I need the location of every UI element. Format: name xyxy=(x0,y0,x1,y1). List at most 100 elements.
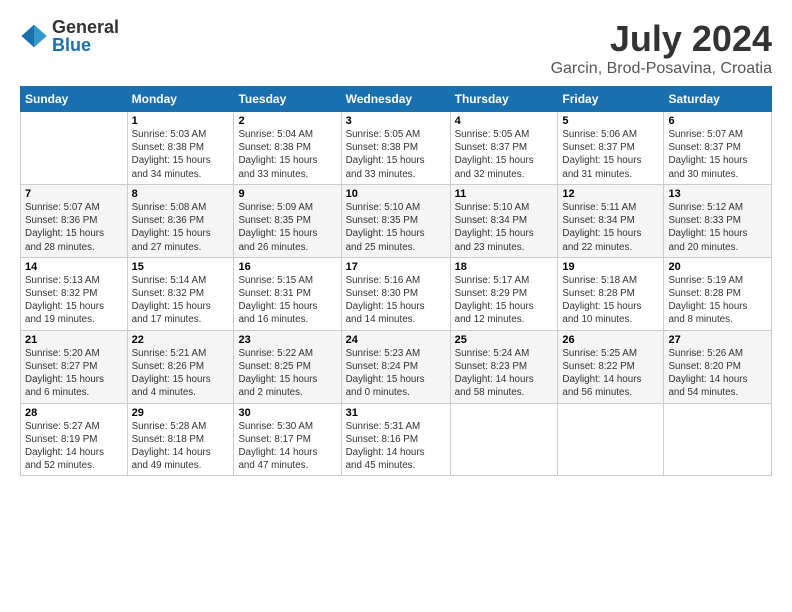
day-number: 2 xyxy=(238,115,336,127)
day-cell: 10Sunrise: 5:10 AM Sunset: 8:35 PM Dayli… xyxy=(341,184,450,257)
day-cell: 2Sunrise: 5:04 AM Sunset: 8:38 PM Daylig… xyxy=(234,112,341,185)
day-info: Sunrise: 5:28 AM Sunset: 8:18 PM Dayligh… xyxy=(132,420,230,473)
day-cell: 18Sunrise: 5:17 AM Sunset: 8:29 PM Dayli… xyxy=(450,257,558,330)
day-cell: 29Sunrise: 5:28 AM Sunset: 8:18 PM Dayli… xyxy=(127,403,234,476)
day-info: Sunrise: 5:14 AM Sunset: 8:32 PM Dayligh… xyxy=(132,274,230,327)
day-info: Sunrise: 5:05 AM Sunset: 8:38 PM Dayligh… xyxy=(346,128,446,181)
day-info: Sunrise: 5:27 AM Sunset: 8:19 PM Dayligh… xyxy=(25,420,123,473)
day-cell: 6Sunrise: 5:07 AM Sunset: 8:37 PM Daylig… xyxy=(664,112,772,185)
day-info: Sunrise: 5:19 AM Sunset: 8:28 PM Dayligh… xyxy=(668,274,767,327)
week-row-0: 1Sunrise: 5:03 AM Sunset: 8:38 PM Daylig… xyxy=(21,112,772,185)
day-cell: 13Sunrise: 5:12 AM Sunset: 8:33 PM Dayli… xyxy=(664,184,772,257)
day-cell: 26Sunrise: 5:25 AM Sunset: 8:22 PM Dayli… xyxy=(558,330,664,403)
day-number: 19 xyxy=(562,261,659,273)
day-cell: 30Sunrise: 5:30 AM Sunset: 8:17 PM Dayli… xyxy=(234,403,341,476)
calendar-table: Sunday Monday Tuesday Wednesday Thursday… xyxy=(20,86,772,476)
day-cell xyxy=(450,403,558,476)
day-cell xyxy=(21,112,128,185)
day-number: 8 xyxy=(132,188,230,200)
day-number: 3 xyxy=(346,115,446,127)
day-cell: 21Sunrise: 5:20 AM Sunset: 8:27 PM Dayli… xyxy=(21,330,128,403)
day-cell xyxy=(664,403,772,476)
day-cell: 4Sunrise: 5:05 AM Sunset: 8:37 PM Daylig… xyxy=(450,112,558,185)
day-number: 6 xyxy=(668,115,767,127)
logo-icon xyxy=(20,22,48,50)
day-info: Sunrise: 5:05 AM Sunset: 8:37 PM Dayligh… xyxy=(455,128,554,181)
day-info: Sunrise: 5:21 AM Sunset: 8:26 PM Dayligh… xyxy=(132,347,230,400)
day-info: Sunrise: 5:07 AM Sunset: 8:37 PM Dayligh… xyxy=(668,128,767,181)
day-number: 20 xyxy=(668,261,767,273)
day-cell: 11Sunrise: 5:10 AM Sunset: 8:34 PM Dayli… xyxy=(450,184,558,257)
logo-general: General xyxy=(52,18,119,36)
day-info: Sunrise: 5:25 AM Sunset: 8:22 PM Dayligh… xyxy=(562,347,659,400)
day-number: 13 xyxy=(668,188,767,200)
day-info: Sunrise: 5:15 AM Sunset: 8:31 PM Dayligh… xyxy=(238,274,336,327)
day-info: Sunrise: 5:16 AM Sunset: 8:30 PM Dayligh… xyxy=(346,274,446,327)
day-number: 4 xyxy=(455,115,554,127)
day-number: 5 xyxy=(562,115,659,127)
day-info: Sunrise: 5:12 AM Sunset: 8:33 PM Dayligh… xyxy=(668,201,767,254)
week-row-3: 21Sunrise: 5:20 AM Sunset: 8:27 PM Dayli… xyxy=(21,330,772,403)
day-info: Sunrise: 5:26 AM Sunset: 8:20 PM Dayligh… xyxy=(668,347,767,400)
day-cell: 9Sunrise: 5:09 AM Sunset: 8:35 PM Daylig… xyxy=(234,184,341,257)
week-row-2: 14Sunrise: 5:13 AM Sunset: 8:32 PM Dayli… xyxy=(21,257,772,330)
day-cell: 12Sunrise: 5:11 AM Sunset: 8:34 PM Dayli… xyxy=(558,184,664,257)
day-cell: 15Sunrise: 5:14 AM Sunset: 8:32 PM Dayli… xyxy=(127,257,234,330)
day-cell: 16Sunrise: 5:15 AM Sunset: 8:31 PM Dayli… xyxy=(234,257,341,330)
col-monday: Monday xyxy=(127,87,234,112)
day-number: 18 xyxy=(455,261,554,273)
day-number: 25 xyxy=(455,334,554,346)
col-thursday: Thursday xyxy=(450,87,558,112)
day-info: Sunrise: 5:11 AM Sunset: 8:34 PM Dayligh… xyxy=(562,201,659,254)
day-number: 27 xyxy=(668,334,767,346)
col-saturday: Saturday xyxy=(664,87,772,112)
day-cell: 1Sunrise: 5:03 AM Sunset: 8:38 PM Daylig… xyxy=(127,112,234,185)
day-info: Sunrise: 5:10 AM Sunset: 8:34 PM Dayligh… xyxy=(455,201,554,254)
subtitle: Garcin, Brod-Posavina, Croatia xyxy=(551,60,772,78)
day-info: Sunrise: 5:24 AM Sunset: 8:23 PM Dayligh… xyxy=(455,347,554,400)
day-info: Sunrise: 5:06 AM Sunset: 8:37 PM Dayligh… xyxy=(562,128,659,181)
day-number: 14 xyxy=(25,261,123,273)
day-info: Sunrise: 5:17 AM Sunset: 8:29 PM Dayligh… xyxy=(455,274,554,327)
day-cell: 24Sunrise: 5:23 AM Sunset: 8:24 PM Dayli… xyxy=(341,330,450,403)
day-info: Sunrise: 5:23 AM Sunset: 8:24 PM Dayligh… xyxy=(346,347,446,400)
week-row-4: 28Sunrise: 5:27 AM Sunset: 8:19 PM Dayli… xyxy=(21,403,772,476)
day-cell: 20Sunrise: 5:19 AM Sunset: 8:28 PM Dayli… xyxy=(664,257,772,330)
day-cell: 17Sunrise: 5:16 AM Sunset: 8:30 PM Dayli… xyxy=(341,257,450,330)
day-number: 31 xyxy=(346,407,446,419)
day-info: Sunrise: 5:20 AM Sunset: 8:27 PM Dayligh… xyxy=(25,347,123,400)
day-number: 17 xyxy=(346,261,446,273)
day-info: Sunrise: 5:22 AM Sunset: 8:25 PM Dayligh… xyxy=(238,347,336,400)
day-number: 9 xyxy=(238,188,336,200)
col-friday: Friday xyxy=(558,87,664,112)
day-cell: 5Sunrise: 5:06 AM Sunset: 8:37 PM Daylig… xyxy=(558,112,664,185)
day-number: 21 xyxy=(25,334,123,346)
day-cell xyxy=(558,403,664,476)
col-sunday: Sunday xyxy=(21,87,128,112)
day-number: 29 xyxy=(132,407,230,419)
day-number: 30 xyxy=(238,407,336,419)
day-info: Sunrise: 5:03 AM Sunset: 8:38 PM Dayligh… xyxy=(132,128,230,181)
day-cell: 27Sunrise: 5:26 AM Sunset: 8:20 PM Dayli… xyxy=(664,330,772,403)
day-info: Sunrise: 5:31 AM Sunset: 8:16 PM Dayligh… xyxy=(346,420,446,473)
day-info: Sunrise: 5:18 AM Sunset: 8:28 PM Dayligh… xyxy=(562,274,659,327)
day-info: Sunrise: 5:10 AM Sunset: 8:35 PM Dayligh… xyxy=(346,201,446,254)
day-info: Sunrise: 5:13 AM Sunset: 8:32 PM Dayligh… xyxy=(25,274,123,327)
day-cell: 14Sunrise: 5:13 AM Sunset: 8:32 PM Dayli… xyxy=(21,257,128,330)
day-info: Sunrise: 5:04 AM Sunset: 8:38 PM Dayligh… xyxy=(238,128,336,181)
main-title: July 2024 xyxy=(551,18,772,60)
day-cell: 8Sunrise: 5:08 AM Sunset: 8:36 PM Daylig… xyxy=(127,184,234,257)
logo-text: General Blue xyxy=(52,18,119,54)
day-number: 10 xyxy=(346,188,446,200)
day-cell: 31Sunrise: 5:31 AM Sunset: 8:16 PM Dayli… xyxy=(341,403,450,476)
day-number: 23 xyxy=(238,334,336,346)
day-number: 26 xyxy=(562,334,659,346)
col-tuesday: Tuesday xyxy=(234,87,341,112)
day-number: 11 xyxy=(455,188,554,200)
day-number: 16 xyxy=(238,261,336,273)
day-number: 12 xyxy=(562,188,659,200)
day-number: 22 xyxy=(132,334,230,346)
header: General Blue July 2024 Garcin, Brod-Posa… xyxy=(20,18,772,78)
logo: General Blue xyxy=(20,18,119,54)
day-number: 7 xyxy=(25,188,123,200)
